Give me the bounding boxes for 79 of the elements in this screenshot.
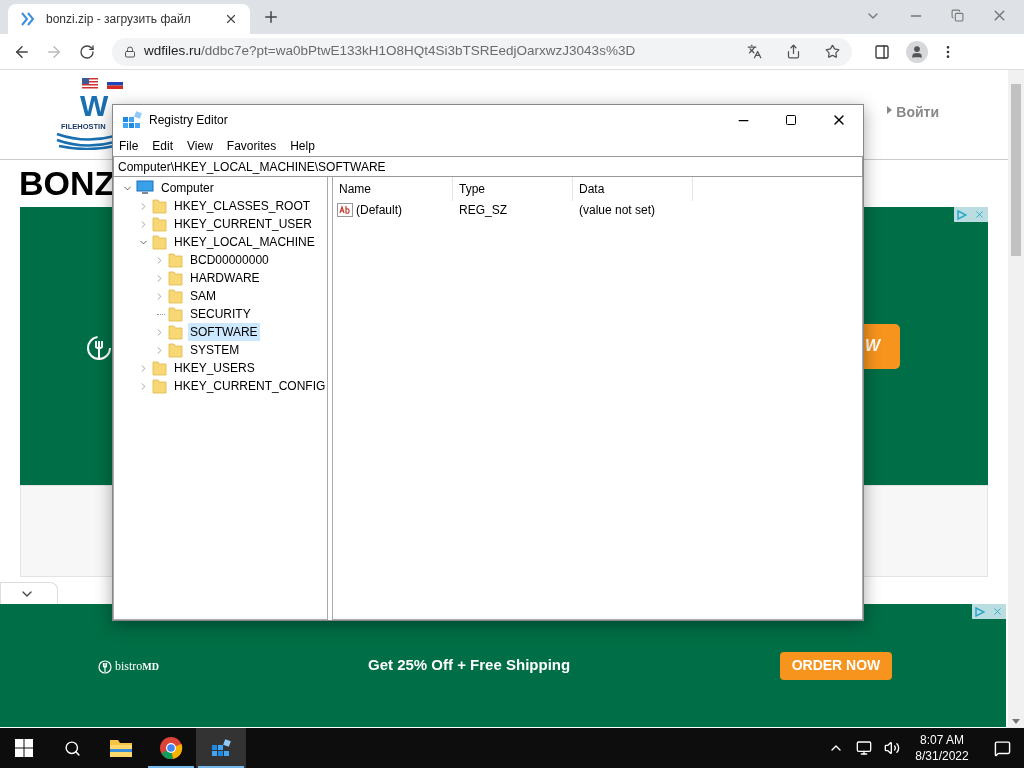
profile-avatar[interactable] (906, 40, 928, 63)
play-icon (957, 209, 968, 220)
page-heading: BONZ (19, 163, 116, 204)
folder-icon (168, 270, 183, 286)
folder-icon (168, 342, 183, 358)
column-header[interactable]: Name (333, 177, 453, 201)
menu-item[interactable]: File (119, 136, 139, 155)
tree-item[interactable]: HKEY_USERS (172, 359, 257, 377)
url-text: wdfiles.ru/ddbc7e?pt=wa0bPtwE133kH1O8HQt4Si3bTSREedjOarxwzJ3043s%3D (144, 42, 636, 61)
tree-item[interactable]: SAM (188, 287, 218, 305)
tree-item[interactable]: HKEY_LOCAL_MACHINE (172, 233, 317, 251)
column-header[interactable]: Type (453, 177, 573, 201)
logo-letters: W (80, 91, 109, 121)
close-icon[interactable] (224, 12, 238, 26)
folder-icon (152, 234, 167, 250)
volume-icon[interactable] (884, 740, 900, 756)
tab-title: bonzi.zip - загрузить файл (46, 11, 192, 28)
menu-item[interactable]: View (187, 136, 213, 155)
ad-headline: Get 25% Off + Free Shipping (368, 655, 571, 676)
tree-item[interactable]: SOFTWARE (188, 323, 260, 341)
fork-icon (98, 657, 112, 674)
value-type: REG_SZ (458, 202, 508, 219)
column-header[interactable]: Data (573, 177, 693, 201)
value-name[interactable]: (Default) (356, 201, 402, 219)
taskbar-button[interactable] (196, 728, 246, 768)
tree-item[interactable]: HKEY_CLASSES_ROOT (172, 197, 313, 215)
folder-icon (168, 324, 183, 340)
folder-icon (168, 306, 183, 322)
menu-item[interactable]: Help (290, 136, 315, 155)
folder-icon (152, 216, 167, 232)
tree-item[interactable]: HKEY_CURRENT_USER (172, 215, 315, 233)
window-title: Registry Editor (149, 112, 228, 129)
chevrons-icon (20, 12, 36, 26)
address-bar[interactable]: wdfiles.ru/ddbc7e?pt=wa0bPtwE133kH1O8HQt4Si3bTSREedjOarxwzJ3043s%3D (112, 37, 852, 66)
scrollbar[interactable] (1008, 70, 1024, 728)
folder-icon (168, 252, 183, 268)
menu-item[interactable]: Favorites (226, 136, 277, 155)
reload-icon[interactable] (79, 43, 95, 60)
folder-icon (152, 360, 167, 376)
clock[interactable]: 8:07 AM 8/31/2022 (904, 728, 980, 768)
maximize-icon[interactable] (785, 114, 797, 126)
folder-icon (152, 378, 167, 394)
translate-icon[interactable] (747, 44, 762, 59)
folder-icon (168, 288, 183, 304)
string-value-icon (337, 203, 353, 217)
folder-icon (109, 738, 133, 758)
triangle-icon (887, 106, 893, 114)
tree-item[interactable]: SYSTEM (188, 341, 242, 359)
tree-item[interactable]: Computer (159, 179, 216, 197)
tree-item[interactable]: SECURITY (188, 305, 253, 323)
clock-date: 8/31/2022 (915, 748, 969, 764)
side-panel-icon[interactable] (874, 43, 890, 60)
chrome-icon (159, 736, 183, 760)
tree-item[interactable]: HKEY_CURRENT_CONFIG (172, 377, 328, 395)
menu-item[interactable]: Edit (152, 136, 174, 155)
brand-logo: bistroMD (115, 657, 159, 675)
tree-item[interactable]: BCD00000000 (188, 251, 271, 269)
scroll-down-icon[interactable] (1012, 719, 1020, 724)
scroll-thumb[interactable] (1011, 84, 1021, 256)
us-flag-icon[interactable] (82, 78, 98, 89)
search-icon[interactable] (63, 739, 81, 757)
browser-tab[interactable]: bonzi.zip - загрузить файл (8, 4, 250, 34)
path-field[interactable]: Computer\HKEY_LOCAL_MACHINE\SOFTWARE (113, 156, 863, 177)
network-icon[interactable] (856, 740, 872, 756)
star-icon[interactable] (825, 44, 840, 59)
value-data: (value not set) (578, 202, 656, 219)
lock-icon (124, 45, 136, 58)
share-icon[interactable] (786, 44, 801, 59)
tree-item[interactable]: HARDWARE (188, 269, 262, 287)
windows-icon[interactable] (15, 739, 33, 757)
waves-icon (55, 132, 115, 151)
clock-time: 8:07 AM (920, 732, 964, 748)
login-link[interactable]: Войти (896, 102, 939, 123)
computer-icon (136, 180, 154, 196)
restore-icon[interactable] (951, 9, 964, 22)
play-icon (975, 606, 986, 617)
folder-icon (152, 198, 167, 214)
new-tab-icon[interactable] (262, 8, 280, 26)
notifications-icon[interactable] (993, 739, 1011, 757)
